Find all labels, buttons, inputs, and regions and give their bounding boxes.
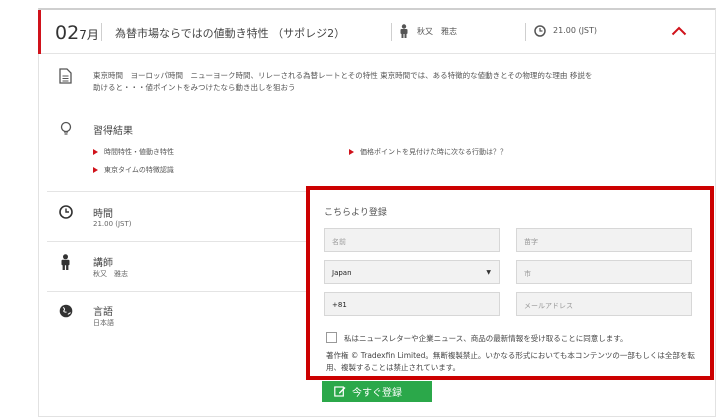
register-button-label: 今すぐ登録 — [352, 388, 402, 399]
session-title: 為替市場ならではの値動き特性 （サポレジ2） — [115, 27, 346, 40]
session-date: 027月 — [55, 22, 99, 44]
caret-down-icon: ▼ — [486, 269, 491, 276]
instructor-value: 秋又 雅志 — [93, 270, 128, 278]
registration-form: こちらより登録 名前 苗字 Japan ▼ 市 +81 メールアドレス 私はニュ… — [306, 186, 714, 380]
session-description: 東京時間 ヨーロッパ時間 ニューヨーク時間、リレーされる為替レートとその特性 東… — [93, 71, 593, 92]
document-icon — [59, 68, 72, 84]
legal-notice: 著作権 © Tradexfin Limited。無断複製禁止。いかなる形式におい… — [326, 351, 695, 372]
last-name-field[interactable]: 苗字 — [516, 228, 692, 252]
city-field[interactable]: 市 — [516, 260, 692, 284]
time-label: 時間 — [93, 209, 113, 220]
bullet-marker — [93, 149, 98, 155]
pencil-icon — [334, 386, 346, 397]
first-name-field[interactable]: 名前 — [324, 228, 500, 252]
bullet-marker — [349, 149, 354, 155]
webinar-header[interactable]: 027月 為替市場ならではの値動き特性 （サポレジ2） 秋又 雅志 21.00 … — [38, 10, 715, 54]
language-label: 言語 — [93, 307, 113, 318]
header-accent-bar — [38, 10, 41, 54]
header-divider — [101, 23, 102, 41]
learning-bullet: 時間特性・値動き特性 — [93, 147, 174, 157]
instructor-label: 講師 — [93, 258, 113, 269]
country-select[interactable]: Japan ▼ — [324, 260, 500, 284]
bullet-text: 価格ポイントを見付けた時に次なる行動は？？ — [360, 148, 507, 156]
phone-field[interactable]: +81 — [324, 292, 500, 316]
row-divider — [47, 291, 341, 292]
clock-icon — [534, 25, 546, 37]
clock-icon — [59, 205, 73, 219]
header-divider — [525, 23, 526, 41]
language-value: 日本語 — [93, 319, 114, 327]
person-icon — [400, 24, 408, 38]
row-divider — [47, 191, 341, 192]
register-button[interactable]: 今すぐ登録 — [322, 381, 432, 402]
chevron-up-icon[interactable] — [671, 26, 687, 36]
bullet-marker — [93, 167, 98, 173]
learning-title: 習得結果 — [93, 126, 133, 137]
country-value: Japan — [332, 269, 352, 277]
learning-bullet: 東京タイムの特徴認識 — [93, 165, 174, 175]
time-value: 21.00 (JST) — [93, 220, 132, 228]
date-day: 02 — [55, 22, 80, 44]
email-field[interactable]: メールアドレス — [516, 292, 692, 316]
person-icon — [61, 254, 70, 270]
bullet-text: 時間特性・値動き特性 — [104, 148, 174, 156]
header-time: 21.00 (JST) — [553, 26, 598, 35]
bullet-text: 東京タイムの特徴認識 — [104, 166, 174, 174]
lightbulb-icon — [60, 121, 72, 135]
header-instructor: 秋又 雅志 — [417, 27, 457, 36]
header-divider — [391, 23, 392, 41]
consent-checkbox[interactable] — [326, 332, 337, 343]
consent-label: 私はニュースレターや企業ニュース、商品の最新情報を受け取ることに同意します。 — [344, 334, 628, 343]
row-divider — [47, 241, 341, 242]
date-month: 7月 — [79, 28, 99, 42]
form-title: こちらより登録 — [324, 208, 387, 218]
globe-icon — [59, 304, 73, 318]
learning-bullet: 価格ポイントを見付けた時に次なる行動は？？ — [349, 147, 507, 157]
